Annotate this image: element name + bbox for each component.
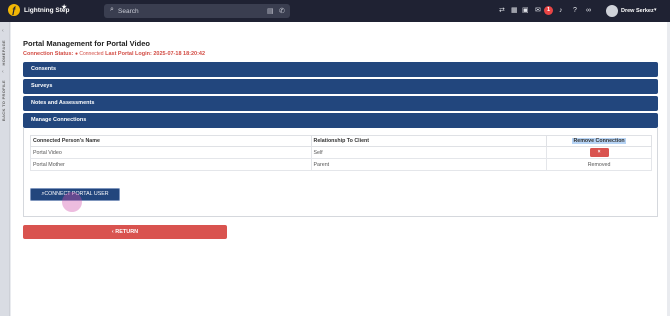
status-label: Connection Status: [23, 51, 74, 57]
homepage-link[interactable]: HOMEPAGE [1, 40, 6, 65]
status-value-text: Connected [79, 51, 104, 57]
link-icon[interactable]: ∞ [586, 6, 591, 16]
left-rail: ‹ HOMEPAGE ‹ BACK TO PROFILE [0, 22, 10, 316]
star-icon[interactable]: ★ [61, 3, 67, 11]
accordion-surveys[interactable]: Surveys [23, 79, 658, 94]
brand-logo[interactable]: ƒ [8, 4, 20, 16]
last-login-value: 2025-07-18 18:20:42 [153, 51, 206, 57]
search-input[interactable]: Search [118, 8, 139, 15]
chevron-down-icon[interactable]: ▾ [654, 7, 657, 13]
connections-table: Connected Person's Name Relationship To … [30, 135, 652, 171]
remove-connection-header: Remove Connection [572, 138, 626, 144]
id-card-icon[interactable]: ▤ [267, 7, 274, 15]
accordion-manage-connections[interactable]: Manage Connections [23, 113, 658, 128]
chevron-left-icon[interactable]: ‹ [2, 69, 4, 75]
remove-connection-button[interactable]: × [589, 148, 609, 157]
phone-icon[interactable]: ✆ [279, 7, 285, 15]
user-name[interactable]: Drew Serkez [621, 8, 654, 14]
top-navigation-bar: ƒ Lightning Step ★ ⌕ Search ▤ ✆ ⇄ ▦ ▣ ✉ … [0, 0, 670, 22]
back-to-profile-link[interactable]: BACK TO PROFILE [1, 80, 6, 121]
column-header: Relationship To Client [310, 135, 548, 147]
column-header: Remove Connection [546, 135, 652, 147]
person-name-cell: Portal Video [30, 146, 312, 159]
avatar[interactable] [606, 5, 618, 17]
relationship-cell: Parent [310, 158, 548, 171]
person-name-cell: Portal Mother [30, 158, 312, 171]
help-icon[interactable]: ? [573, 6, 577, 16]
column-header: Connected Person's Name [30, 135, 312, 147]
table-header-row: Connected Person's Name Relationship To … [30, 135, 652, 147]
manage-connections-panel: Connected Person's Name Relationship To … [23, 128, 658, 217]
search-box[interactable]: ⌕ Search ▤ ✆ [104, 4, 290, 18]
remove-cell: × [546, 146, 652, 159]
table-row: Portal Mother Parent Removed [30, 158, 652, 171]
chevron-left-icon[interactable]: ‹ [2, 28, 4, 34]
main-content: Portal Management for Portal Video Conne… [11, 22, 667, 316]
bell-icon[interactable]: ♪ [559, 6, 563, 16]
accordion-notes-assessments[interactable]: Notes and Assessments [23, 96, 658, 111]
relationship-cell: Self [310, 146, 548, 159]
return-button-label: RETURN [115, 229, 139, 235]
table-row: Portal Video Self × [30, 146, 652, 159]
notification-count-badge[interactable]: 1 [544, 6, 553, 15]
removed-status-cell: Removed [546, 158, 652, 171]
status-value: ● Connected [74, 51, 104, 57]
last-login-label: Last Portal Login: [105, 51, 152, 57]
connection-status: Connection Status: ● Connected Last Port… [23, 51, 205, 57]
calendar-icon[interactable]: ▦ [511, 6, 518, 16]
chat-icon[interactable]: ✉ [535, 6, 541, 16]
return-button[interactable]: ‹ RETURN [23, 225, 227, 239]
swap-icon[interactable]: ⇄ [499, 6, 505, 16]
page-title: Portal Management for Portal Video [23, 39, 150, 48]
search-icon: ⌕ [110, 6, 114, 13]
inbox-icon[interactable]: ▣ [522, 6, 529, 16]
click-indicator [62, 192, 82, 212]
accordion-consents[interactable]: Consents [23, 62, 658, 77]
